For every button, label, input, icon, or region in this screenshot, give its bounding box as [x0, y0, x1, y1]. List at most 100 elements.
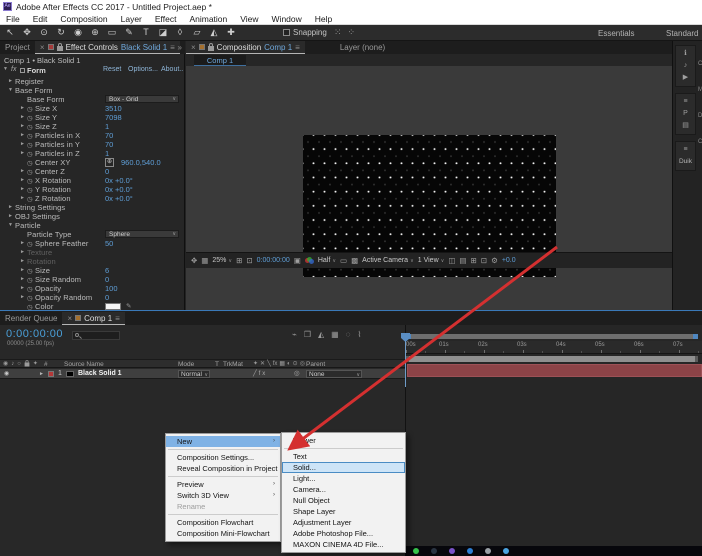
work-area-bar[interactable] — [406, 356, 698, 362]
transparency-grid-icon[interactable]: ▩ — [351, 256, 358, 265]
effect-row[interactable]: ►◷Particles in X70 — [0, 131, 185, 140]
twirl-icon[interactable]: ► — [20, 131, 27, 140]
menu-animation[interactable]: Animation — [189, 14, 227, 24]
effect-reset-link[interactable]: Reset — [103, 66, 121, 73]
property-value[interactable]: 3510 — [105, 104, 122, 113]
puppet-pin-tool-icon[interactable]: ✚ — [225, 27, 237, 38]
layer-name[interactable]: Black Solid 1 — [78, 369, 122, 379]
snapping-toggle[interactable]: Snapping — [283, 28, 327, 37]
layer-eye-icon[interactable]: ◉ — [4, 369, 9, 379]
comp-breadcrumb-chip[interactable]: Comp 1 — [194, 55, 246, 66]
menu-item-reveal-composition-in-project[interactable]: Reveal Composition in Project — [166, 463, 280, 474]
graph-editor-icon[interactable]: ⌇ — [357, 330, 361, 339]
property-value[interactable]: 1 — [105, 149, 109, 158]
twirl-icon[interactable]: ▼ — [8, 221, 15, 230]
camera-dropdown[interactable]: Active Camera ∨ — [362, 257, 414, 264]
menu-file[interactable]: File — [6, 14, 20, 24]
switch-icon-4[interactable]: ▦ — [279, 360, 285, 369]
submenu-item-adjustment-layer[interactable]: Adjustment Layer — [282, 517, 405, 528]
gear-icon[interactable]: ⚙ — [491, 256, 498, 265]
switch-icon-2[interactable]: ╲ — [267, 360, 271, 369]
layer-color-chip[interactable] — [48, 371, 54, 377]
submenu-item-light[interactable]: Light... — [282, 473, 405, 484]
close-icon[interactable]: × — [67, 314, 72, 323]
twirl-icon[interactable]: ► — [8, 203, 15, 212]
effect-row[interactable]: ►Rotation — [0, 257, 185, 266]
submenu-item-solid[interactable]: Solid... — [282, 462, 405, 473]
effect-row[interactable]: ►Register — [0, 77, 185, 86]
effect-row[interactable]: ►◷Y Rotation0x +0.0° — [0, 185, 185, 194]
tab-project[interactable]: Project — [0, 41, 35, 54]
tab-render-queue[interactable]: Render Queue — [0, 312, 62, 325]
twirl-icon[interactable]: ► — [8, 77, 15, 86]
paragraph-panel-icon[interactable]: P — [676, 108, 695, 120]
submenu-item-viewer[interactable]: Viewer — [282, 435, 405, 446]
timeline-button-icon[interactable]: ⊞ — [471, 256, 477, 265]
tab-composition[interactable]: × Composition Comp 1 ≡ — [186, 41, 305, 54]
menu-window[interactable]: Window — [272, 14, 302, 24]
effect-row[interactable]: ►◷Opacity Random0 — [0, 293, 185, 302]
twirl-icon[interactable]: ► — [20, 257, 27, 266]
submenu-item-text[interactable]: Text — [282, 451, 405, 462]
twirl-icon[interactable]: ► — [20, 104, 27, 113]
effect-row[interactable]: ►OBJ Settings — [0, 212, 185, 221]
taskbar-app-purple[interactable] — [449, 548, 455, 554]
menu-item-composition-settings[interactable]: Composition Settings... — [166, 452, 280, 463]
layer-switches[interactable]: ╱fx — [253, 369, 267, 379]
stopwatch-icon[interactable]: ◷ — [27, 303, 35, 310]
hide-shy-layers-icon[interactable]: ◭ — [318, 330, 324, 339]
pen-tool-icon[interactable]: ✎ — [123, 27, 135, 38]
magnification-dropdown[interactable]: 25% ∨ — [212, 257, 232, 264]
twirl-icon[interactable]: ► — [20, 176, 27, 185]
frame-blending-icon[interactable]: ▦ — [331, 330, 339, 339]
effect-about-link[interactable]: About.. — [161, 66, 183, 73]
property-value[interactable]: 0x +0.0° — [105, 194, 133, 203]
switch-icon-7[interactable]: ◎ — [300, 360, 305, 369]
label-column-icon[interactable]: ✦ — [33, 360, 38, 369]
menu-effect[interactable]: Effect — [155, 14, 177, 24]
color-swatch[interactable] — [105, 303, 121, 310]
monitor-icon[interactable]: ▦ — [201, 256, 208, 265]
twirl-icon[interactable]: ► — [20, 239, 27, 248]
lock-column-icon[interactable] — [24, 363, 29, 367]
menu-item-composition-flowchart[interactable]: Composition Flowchart — [166, 517, 280, 528]
effect-row[interactable]: Particle TypeSphere∨ — [0, 230, 185, 239]
effect-row[interactable]: ►◷Sphere Feather50 — [0, 239, 185, 248]
parent-column-header[interactable]: Parent — [306, 360, 325, 369]
parent-dropdown[interactable]: None ∨ — [306, 370, 362, 378]
show-channel-icon[interactable] — [305, 257, 314, 264]
info-panel-icon[interactable]: ℹ — [676, 48, 695, 60]
preview-panel-icon[interactable]: ▶ — [676, 72, 695, 84]
clone-stamp-tool-icon[interactable]: ◊ — [174, 27, 186, 38]
mode-column-header[interactable]: Mode — [178, 360, 194, 369]
switch-icon-3[interactable]: fx — [273, 360, 278, 369]
toolbar-extra-icons[interactable]: ⁙⁘ — [334, 27, 361, 38]
close-icon[interactable]: × — [191, 43, 196, 52]
twirl-icon[interactable]: ► — [20, 149, 27, 158]
property-value[interactable]: 0 — [105, 275, 109, 284]
t-column-header[interactable]: T — [215, 360, 219, 369]
shape-tool-icon[interactable]: ▭ — [106, 27, 118, 38]
point-icon[interactable]: ⊕ — [105, 158, 114, 167]
twirl-icon[interactable]: ► — [20, 194, 27, 203]
flowchart-button-icon[interactable]: ⊡ — [481, 256, 487, 265]
viewer-stage[interactable] — [186, 66, 672, 252]
composition-mini-flowchart-icon[interactable]: ⌁ — [292, 330, 297, 339]
twirl-icon[interactable] — [20, 230, 27, 239]
property-value[interactable]: 50 — [105, 239, 113, 248]
zoom-tool-icon[interactable]: ⊙ — [38, 27, 50, 38]
menu-item-composition-mini-flowchart[interactable]: Composition Mini-Flowchart — [166, 528, 280, 539]
lock-icon[interactable] — [57, 46, 63, 51]
twirl-icon[interactable]: ▼ — [8, 86, 15, 95]
effect-row[interactable]: ►◷Size Z1 — [0, 122, 185, 131]
effect-row[interactable]: ►Texture — [0, 248, 185, 257]
property-value[interactable]: 6 — [105, 266, 109, 275]
selection-tool-icon[interactable]: ↖ — [4, 27, 16, 38]
tab-effect-controls[interactable]: × Effect Controls Black Solid 1 ≡ — [35, 41, 180, 54]
property-dropdown[interactable]: Box - Grid∨ — [105, 95, 179, 103]
menu-edit[interactable]: Edit — [33, 14, 48, 24]
pan-behind-tool-icon[interactable]: ⊕ — [89, 27, 101, 38]
menu-layer[interactable]: Layer — [121, 14, 142, 24]
effect-row[interactable]: ►◷Opacity100 — [0, 284, 185, 293]
effect-row[interactable]: ►◷Particles in Z1 — [0, 149, 185, 158]
